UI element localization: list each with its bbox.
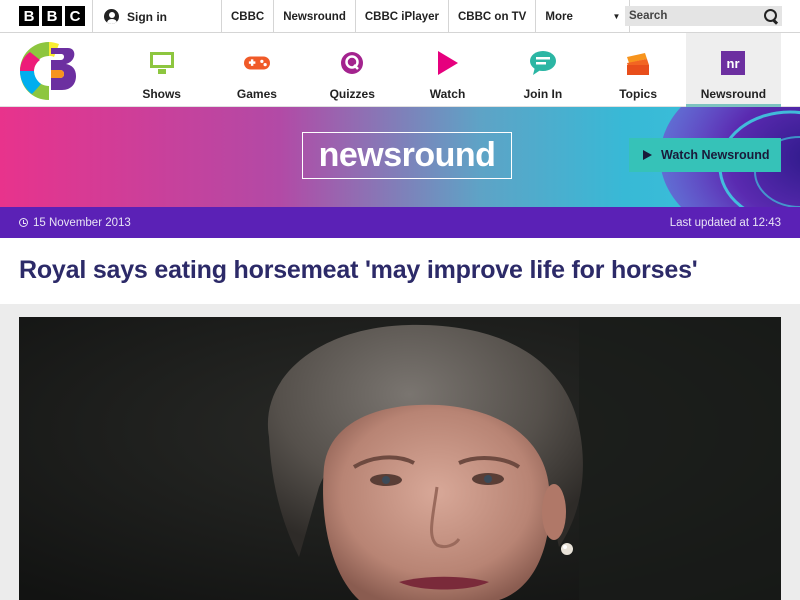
bbc-logo-letter: B (42, 6, 62, 26)
newsround-banner: newsround Watch Newsround (0, 107, 800, 207)
nav-item-newsround[interactable]: nr Newsround (685, 33, 782, 107)
article-headline: Royal says eating horsemeat 'may improve… (19, 256, 698, 284)
search-placeholder: Search (629, 10, 668, 22)
search-input[interactable]: Search (625, 6, 782, 26)
account-icon (104, 9, 119, 24)
nav-item-label: Games (236, 87, 277, 101)
watch-button-label: Watch Newsround (661, 148, 770, 162)
gamepad-icon (243, 50, 270, 76)
bbc-top-links: CBBC Newsround CBBC iPlayer CBBC on TV M… (221, 0, 631, 33)
nav-item-quizzes[interactable]: Quizzes (305, 33, 400, 107)
publish-date-text: 15 November 2013 (33, 216, 131, 229)
nav-item-label: Newsround (700, 87, 767, 101)
more-label: More (545, 10, 573, 23)
newsround-icon: nr (720, 50, 746, 76)
nav-item-label: Join In (523, 87, 563, 101)
search-icon[interactable] (764, 9, 778, 23)
nav-item-join-in[interactable]: Join In (495, 33, 590, 107)
play-icon (643, 150, 652, 160)
top-link-cbbc-on-tv[interactable]: CBBC on TV (448, 0, 535, 33)
bbc-logo-letter: B (19, 6, 39, 26)
top-link-cbbc[interactable]: CBBC (221, 0, 273, 33)
clock-icon (19, 218, 28, 227)
nav-item-shows[interactable]: Shows (114, 33, 209, 107)
publish-date: 15 November 2013 (19, 217, 131, 229)
bbc-logo[interactable]: B B C (19, 6, 85, 26)
signin-label: Sign in (127, 9, 167, 24)
signin-link[interactable]: Sign in (104, 0, 167, 33)
caret-down-icon: ▼ (612, 12, 621, 21)
monitor-icon (149, 50, 175, 76)
nav-item-label: Watch (429, 87, 466, 101)
nav-item-label: Topics (619, 87, 658, 101)
last-updated: Last updated at 12:43 (669, 216, 781, 229)
folder-icon (625, 50, 651, 76)
top-link-cbbc-iplayer[interactable]: CBBC iPlayer (354, 0, 448, 33)
chat-icon (529, 50, 556, 76)
cbbc-nav: Shows Games Quizzes Watch Join In Topics… (0, 33, 800, 107)
more-menu-button[interactable]: More ▼ (535, 0, 631, 33)
divider (92, 0, 93, 33)
svg-text:nr: nr (727, 56, 740, 71)
headline-area: Royal says eating horsemeat 'may improve… (0, 238, 800, 304)
nav-item-label: Quizzes (329, 87, 375, 101)
quiz-icon (339, 50, 365, 76)
newsround-logo[interactable]: newsround (302, 132, 512, 179)
nav-item-games[interactable]: Games (209, 33, 304, 107)
article-date-bar: 15 November 2013 Last updated at 12:43 (0, 207, 800, 238)
top-link-newsround[interactable]: Newsround (273, 0, 355, 33)
nav-item-label: Shows (142, 87, 181, 101)
bbc-top-bar: B B C Sign in CBBC Newsround CBBC iPlaye… (0, 0, 800, 33)
article-photo-illustration (19, 317, 781, 600)
nav-items: Shows Games Quizzes Watch Join In Topics… (114, 33, 782, 107)
nav-item-watch[interactable]: Watch (400, 33, 495, 107)
cbbc-logo[interactable] (18, 40, 80, 102)
nav-item-topics[interactable]: Topics (590, 33, 685, 107)
play-icon (435, 50, 461, 76)
article-photo (19, 317, 781, 600)
watch-newsround-button[interactable]: Watch Newsround (629, 138, 781, 172)
bbc-logo-letter: C (65, 6, 85, 26)
